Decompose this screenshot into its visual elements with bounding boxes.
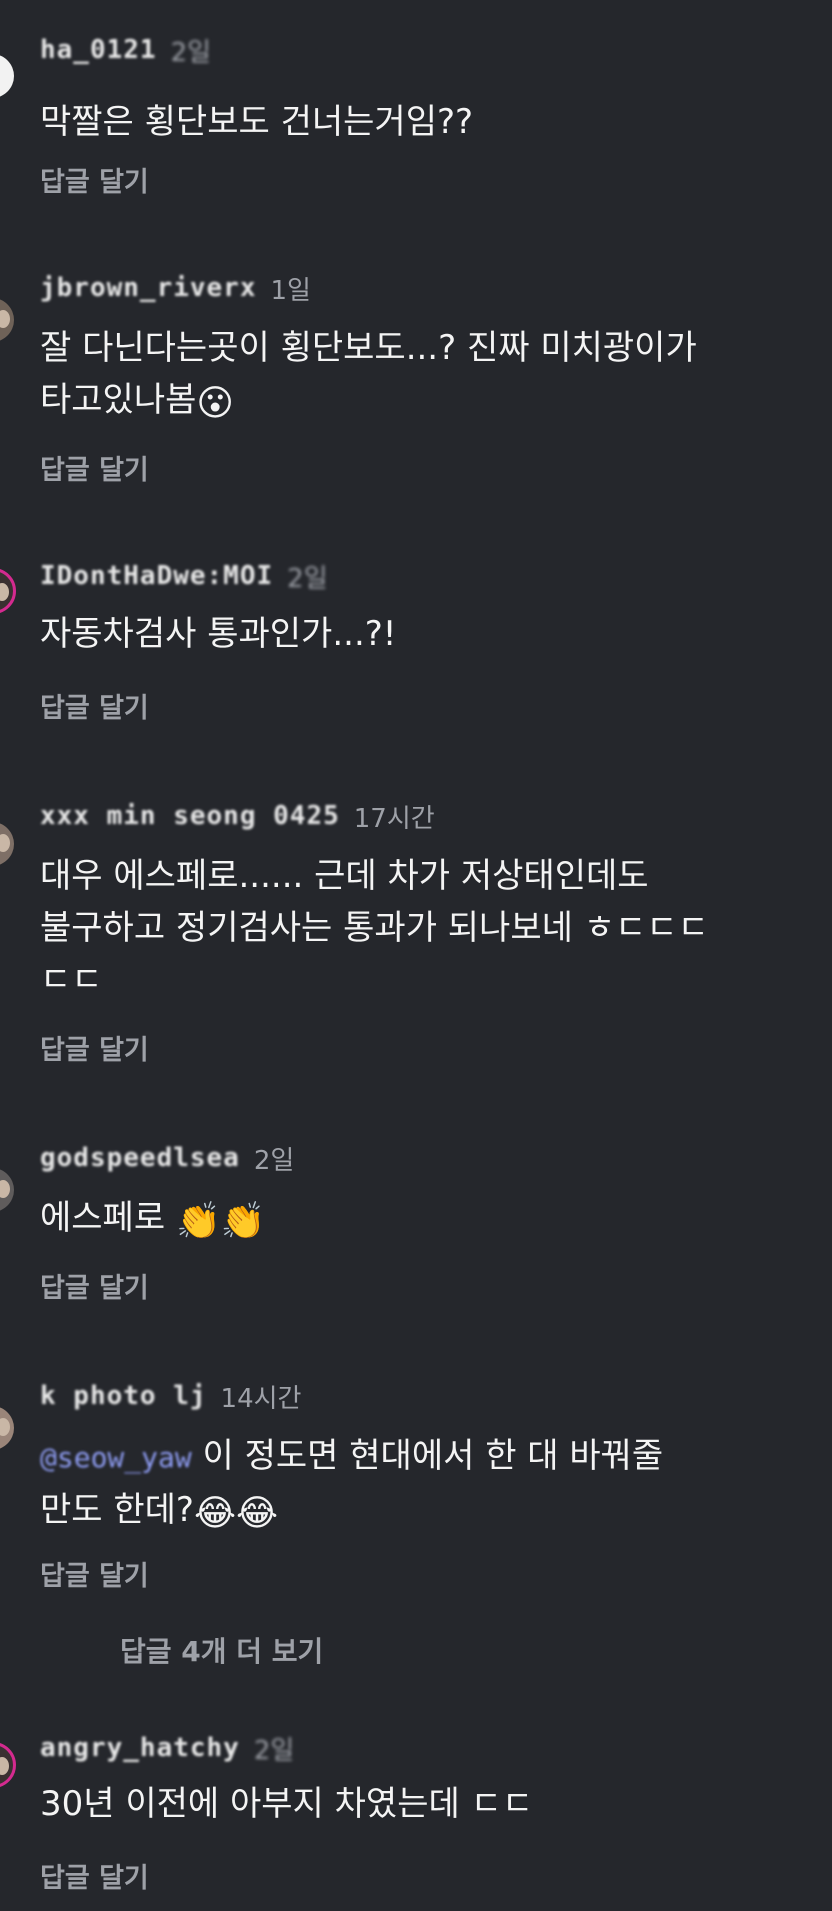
comment-line-wrap: @seow_yaw 이 정도면 현대에서 한 대 바꿔줄 (40, 1430, 800, 1484)
avatar[interactable] (0, 568, 16, 614)
comment-meta: ha_0121 2일 (40, 30, 211, 70)
comment-text: 대우 에스페로...... 근데 차가 저상태인데도 불구하고 정기검사는 통과… (40, 850, 800, 1006)
comment-line: 불구하고 정기검사는 통과가 되나보네 ㅎㄷㄷㄷ (40, 908, 709, 948)
mention-link[interactable]: @seow_yaw (40, 1441, 192, 1474)
comment-line: 만도 한데? (40, 1490, 194, 1530)
comment-meta: angry_hatchy 2일 (40, 1728, 294, 1768)
astonished-face-emoji: 😮 (196, 383, 234, 424)
timestamp: 17시간 (353, 803, 435, 834)
comment-line: ㄷㄷ (40, 960, 103, 1000)
username[interactable]: godspeedlsea (40, 1143, 240, 1173)
timestamp: 2일 (287, 563, 328, 594)
avatar[interactable] (0, 1406, 14, 1450)
comment-text: 잘 다닌다는곳이 횡단보도...? 진짜 미치광이가 타고있나봄😮 (40, 322, 800, 430)
comment-line: 막짤은 횡단보도 건너는거임?? (40, 102, 474, 142)
username[interactable]: angry_hatchy (40, 1733, 240, 1763)
reply-button[interactable]: 답글 달기 (40, 448, 149, 487)
comment-line-wrap: 타고있나봄😮 (40, 374, 800, 430)
avatar[interactable] (0, 1742, 16, 1788)
comment-line: 대우 에스페로...... 근데 차가 저상태인데도 (40, 856, 649, 896)
reply-button[interactable]: 답글 달기 (40, 1856, 149, 1895)
comment-line-wrap: 만도 한데?😂😂 (40, 1484, 800, 1540)
comment-line: 이 정도면 현대에서 한 대 바꿔줄 (202, 1436, 664, 1476)
timestamp: 2일 (170, 37, 212, 68)
username[interactable]: xxx min seong 0425 (40, 801, 340, 831)
reply-button[interactable]: 답글 달기 (40, 160, 149, 199)
comment-text: 자동차검사 통과인가...?! (40, 608, 800, 660)
comment-text: 에스페로 👏👏 (40, 1192, 800, 1248)
view-more-replies-button[interactable]: 답글 4개 더 보기 (120, 1630, 323, 1670)
comment-text: 30년 이전에 아부지 차였는데 ㄷㄷ (40, 1778, 800, 1830)
avatar[interactable] (0, 54, 14, 98)
reply-button[interactable]: 답글 달기 (40, 1266, 149, 1305)
comment-line: 에스페로 (40, 1198, 176, 1238)
username[interactable]: ha_0121 (40, 35, 157, 65)
timestamp: 2일 (253, 1145, 295, 1176)
comment-line: 잘 다닌다는곳이 횡단보도...? 진짜 미치광이가 (40, 328, 697, 368)
comment-line: 자동차검사 통과인가...?! (40, 614, 397, 654)
timestamp: 1일 (270, 275, 311, 306)
comment-line: 타고있나봄 (40, 380, 197, 420)
username[interactable]: IDontHaDwe:MOI (40, 561, 273, 591)
reply-button[interactable]: 답글 달기 (40, 1554, 149, 1593)
avatar[interactable] (0, 1168, 14, 1212)
comment-text: @seow_yaw 이 정도면 현대에서 한 대 바꿔줄 만도 한데?😂😂 (40, 1430, 800, 1540)
comment-text: 막짤은 횡단보도 건너는거임?? (40, 96, 800, 148)
tears-of-joy-emoji: 😂😂 (193, 1493, 279, 1534)
comment-meta: k photo lj 14시간 (40, 1376, 301, 1416)
comment-meta: godspeedlsea 2일 (40, 1138, 294, 1178)
username[interactable]: k photo lj (40, 1381, 207, 1411)
timestamp: 2일 (253, 1735, 295, 1766)
comment-meta: jbrown_riverx 1일 (40, 268, 311, 308)
username[interactable]: jbrown_riverx (40, 273, 257, 303)
reply-button[interactable]: 답글 달기 (40, 1028, 149, 1067)
timestamp: 14시간 (220, 1383, 302, 1414)
avatar[interactable] (0, 822, 14, 866)
avatar[interactable] (0, 298, 14, 342)
comment-meta: IDontHaDwe:MOI 2일 (40, 556, 328, 596)
clapping-hands-emoji: 👏👏 (175, 1201, 266, 1242)
reply-button[interactable]: 답글 달기 (40, 686, 149, 725)
comment-line: 30년 이전에 아부지 차였는데 ㄷㄷ (40, 1784, 534, 1824)
comment-meta: xxx min seong 0425 17시간 (40, 796, 435, 836)
